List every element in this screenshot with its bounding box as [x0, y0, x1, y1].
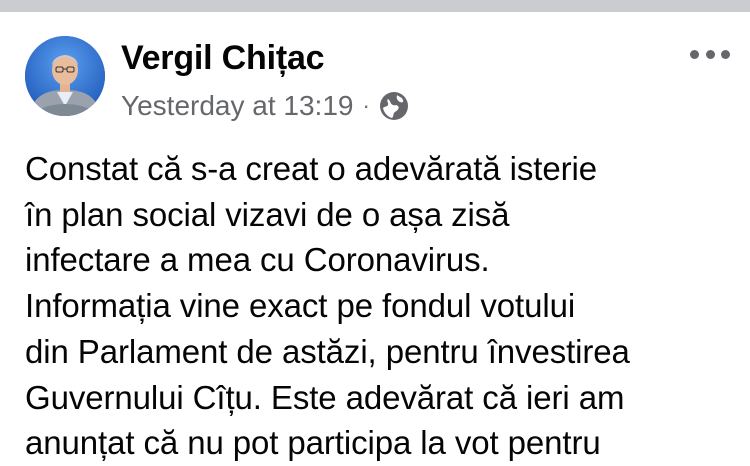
post-text-line: în plan social vizavi de o așa zisă	[25, 195, 510, 233]
globe-icon[interactable]	[379, 91, 409, 121]
more-dot	[690, 49, 699, 59]
post-timestamp[interactable]: Yesterday at 13:19	[121, 90, 353, 122]
post-text-line: Informația vine exact pe fondul votului	[25, 287, 576, 325]
avatar-image	[25, 36, 105, 116]
post-text-line: din Parlament de astăzi, pentru învestir…	[25, 332, 630, 370]
feed-separator	[0, 0, 750, 12]
post-meta: Yesterday at 13:19 ·	[121, 89, 409, 123]
more-options-icon[interactable]	[690, 42, 730, 66]
post-text-line: anunțat că nu pot participa la vot pentr…	[25, 424, 601, 462]
meta-separator: ·	[362, 93, 370, 118]
more-dot	[721, 49, 730, 59]
author-name[interactable]: Vergil Chițac	[121, 39, 325, 78]
post-text: Constat că s-a creat o adevărată isterie…	[25, 146, 735, 466]
more-dot	[705, 49, 715, 59]
post-card: Vergil Chițac Yesterday at 13:19 · Const…	[0, 12, 750, 461]
author-avatar[interactable]	[25, 36, 105, 116]
post-text-line: infectare a mea cu Coronavirus.	[25, 241, 490, 279]
post-text-line: Guvernului Cîțu. Este adevărat că ieri a…	[25, 378, 625, 416]
post-text-line: Constat că s-a creat o adevărată isterie	[25, 150, 597, 187]
